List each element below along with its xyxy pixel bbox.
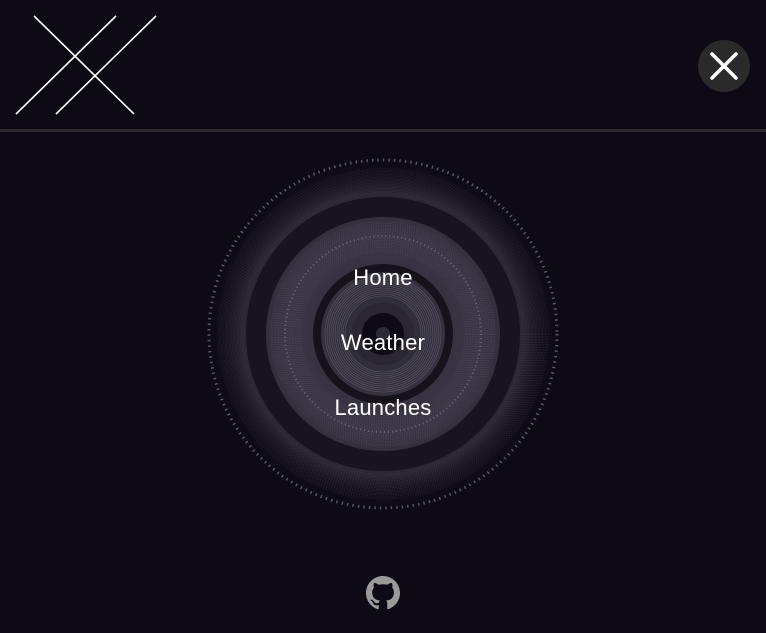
nav-link-weather[interactable]: Weather bbox=[283, 328, 483, 358]
main-nav: Home Weather Launches bbox=[283, 250, 483, 440]
nav-link-launches[interactable]: Launches bbox=[283, 393, 483, 423]
menu-overlay: Home Weather Launches bbox=[0, 0, 766, 633]
close-icon bbox=[710, 52, 738, 80]
close-menu-button[interactable] bbox=[698, 40, 750, 92]
github-icon[interactable] bbox=[366, 576, 400, 610]
nav-link-home[interactable]: Home bbox=[283, 263, 483, 293]
header-divider bbox=[0, 129, 766, 132]
spacex-x-logo-icon[interactable] bbox=[14, 14, 158, 118]
header bbox=[0, 0, 766, 130]
